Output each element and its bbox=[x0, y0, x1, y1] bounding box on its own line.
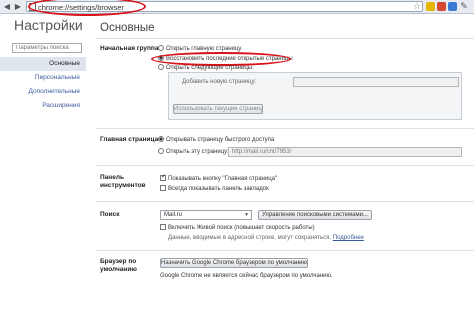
radio-icon[interactable] bbox=[158, 45, 164, 51]
browser-toolbar: ◀ ▶ chrome://settings/browser ☆ ✎ bbox=[0, 0, 474, 16]
chevron-down-icon: ▼ bbox=[244, 212, 249, 218]
settings-search-input[interactable] bbox=[12, 43, 82, 53]
use-current-pages-button[interactable]: Использовать текущие страницы bbox=[173, 104, 263, 114]
radio-icon[interactable] bbox=[158, 148, 164, 154]
sidebar-item-extensions[interactable]: Расширения bbox=[0, 99, 86, 113]
search-label: Поиск bbox=[100, 211, 120, 218]
sidebar-item-personal[interactable]: Персональные bbox=[0, 71, 86, 85]
extension-icon[interactable] bbox=[437, 2, 446, 11]
startup-pages-option[interactable]: Открыть следующие страницы: bbox=[158, 64, 254, 72]
divider bbox=[96, 201, 474, 202]
checkbox-icon[interactable] bbox=[160, 224, 166, 230]
learn-more-link[interactable]: Подробнее bbox=[333, 235, 364, 241]
checkbox-icon[interactable] bbox=[160, 185, 166, 191]
radio-icon[interactable] bbox=[158, 64, 164, 70]
startup-label: Начальная группа bbox=[100, 45, 159, 52]
divider bbox=[96, 250, 474, 251]
homepage-label: Главная страница bbox=[100, 136, 159, 143]
make-default-browser-button[interactable]: Назначить Google Chrome браузером по умо… bbox=[160, 258, 308, 268]
sidebar-item-basics[interactable]: Основные bbox=[0, 57, 86, 71]
show-home-button-checkbox[interactable]: Показывать кнопку "Главная страница" bbox=[160, 173, 277, 183]
section-title: Основные bbox=[100, 22, 155, 34]
extension-icon[interactable] bbox=[426, 2, 435, 11]
checkbox-checked-icon[interactable] bbox=[160, 173, 166, 181]
default-browser-status: Google Chrome не является сейчас браузер… bbox=[160, 273, 333, 279]
add-page-placeholder: Добавить новую страницу: bbox=[182, 79, 257, 85]
star-icon[interactable]: ☆ bbox=[413, 1, 421, 11]
forward-icon[interactable]: ▶ bbox=[14, 2, 22, 11]
homepage-ntp-option[interactable]: Открывать страницу быстрого доступа bbox=[158, 136, 274, 144]
back-icon[interactable]: ◀ bbox=[3, 2, 11, 11]
toolbar-label: Панель инструментов bbox=[100, 174, 146, 189]
manage-search-engines-button[interactable]: Управление поисковыми системами... bbox=[258, 210, 372, 220]
show-bookmarks-bar-checkbox[interactable]: Всегда показывать панель закладок bbox=[160, 185, 269, 193]
wrench-icon[interactable]: ✎ bbox=[460, 2, 468, 11]
divider bbox=[96, 38, 474, 39]
add-page-input[interactable] bbox=[293, 77, 459, 87]
default-browser-label: Браузер по умолчанию bbox=[100, 258, 137, 273]
settings-nav: Основные Персональные Дополнительные Рас… bbox=[0, 57, 86, 113]
divider bbox=[96, 165, 474, 166]
homepage-url-input[interactable]: http://mail.ru/cnt/7953/ bbox=[228, 147, 462, 157]
red-annotation-circle bbox=[28, 0, 146, 16]
radio-selected-icon[interactable] bbox=[158, 136, 164, 142]
homepage-url-option[interactable]: Открыть эту страницу: bbox=[158, 148, 229, 156]
divider bbox=[96, 128, 474, 129]
page-title: Настройки bbox=[14, 17, 83, 33]
sidebar-item-advanced[interactable]: Дополнительные bbox=[0, 85, 86, 99]
search-engine-select[interactable]: Mail.ru ▼ bbox=[160, 210, 252, 220]
instant-search-checkbox[interactable]: Включить Живой поиск (повышает скорость … bbox=[160, 224, 315, 232]
instant-search-hint: Данные, вводимые в адресной строке, могу… bbox=[168, 235, 364, 241]
extension-icon[interactable] bbox=[448, 2, 457, 11]
